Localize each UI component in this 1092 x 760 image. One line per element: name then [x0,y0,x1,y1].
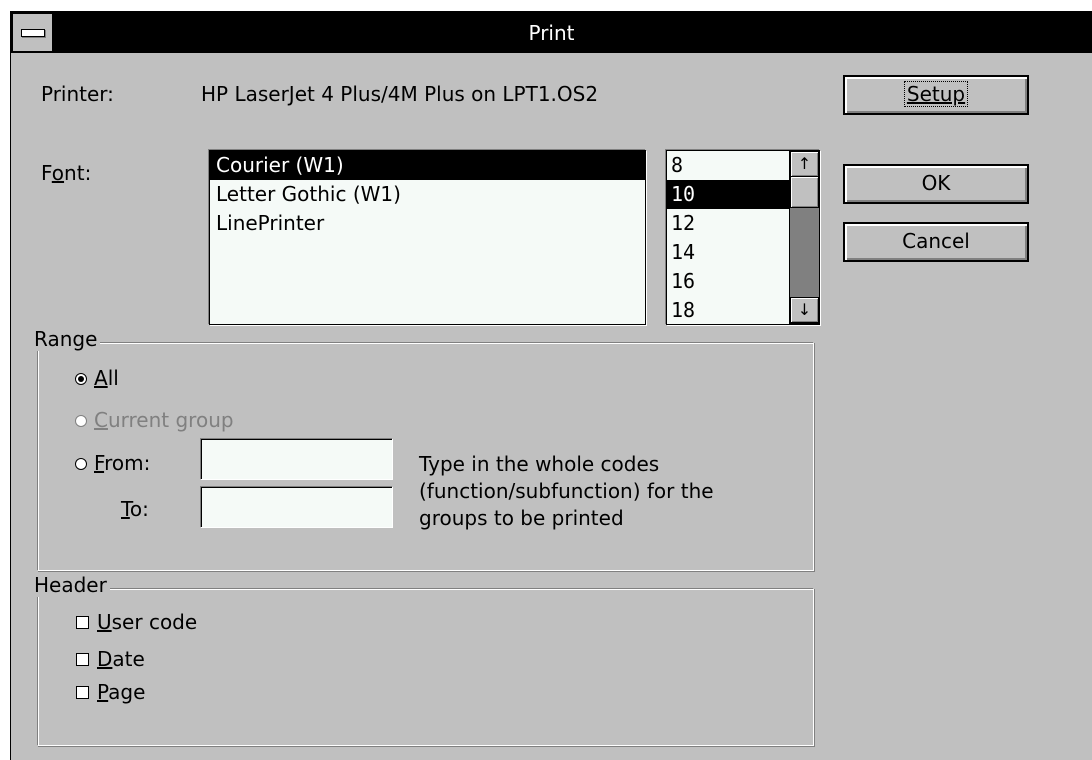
printer-value: HP LaserJet 4 Plus/4M Plus on LPT1.OS2 [201,82,599,106]
font-item[interactable]: Letter Gothic (W1) [210,180,645,209]
ok-button[interactable]: OK [843,164,1029,204]
font-item[interactable]: Courier (W1) [210,151,645,180]
scroll-down-button[interactable]: ↓ [790,297,819,323]
range-title: Range [34,327,101,351]
arrow-down-icon: ↓ [797,300,812,319]
size-scrollbar[interactable]: ↑ ↓ [789,150,820,324]
radio-selected-dot [78,376,84,382]
font-item[interactable]: LinePrinter [210,209,645,238]
user-code-checkbox[interactable] [76,616,89,629]
range-hint-text: Type in the whole codes (function/subfun… [419,452,714,530]
size-item[interactable]: 10 [667,180,789,209]
arrow-up-icon: ↑ [797,154,812,173]
range-all-label[interactable]: All [94,366,119,390]
range-to-input[interactable] [200,486,393,528]
setup-button[interactable]: Setup [843,75,1029,115]
title-bar: Print [11,12,1092,53]
window-title: Print [528,21,575,45]
range-current-group-label: Current group [94,408,234,432]
date-label[interactable]: Date [97,647,145,671]
scroll-up-button[interactable]: ↑ [790,151,819,177]
font-listbox[interactable]: Courier (W1) Letter Gothic (W1) LinePrin… [209,150,646,325]
cancel-button[interactable]: Cancel [843,222,1029,262]
range-to-label: To: [121,497,149,521]
user-code-label[interactable]: User code [97,610,197,634]
font-label: Font: [41,161,92,185]
print-dialog: Print Printer: HP LaserJet 4 Plus/4M Plu… [10,11,1092,760]
range-from-radio[interactable] [75,458,87,470]
date-checkbox[interactable] [76,653,89,666]
printer-label: Printer: [41,82,114,106]
page-label[interactable]: Page [97,680,145,704]
header-title: Header [34,573,110,597]
range-current-group-radio [75,415,87,427]
range-all-radio[interactable] [75,373,87,385]
range-from-label[interactable]: From: [94,451,150,475]
page-checkbox[interactable] [76,686,89,699]
scroll-thumb[interactable] [790,176,819,208]
range-from-input[interactable] [200,438,393,480]
